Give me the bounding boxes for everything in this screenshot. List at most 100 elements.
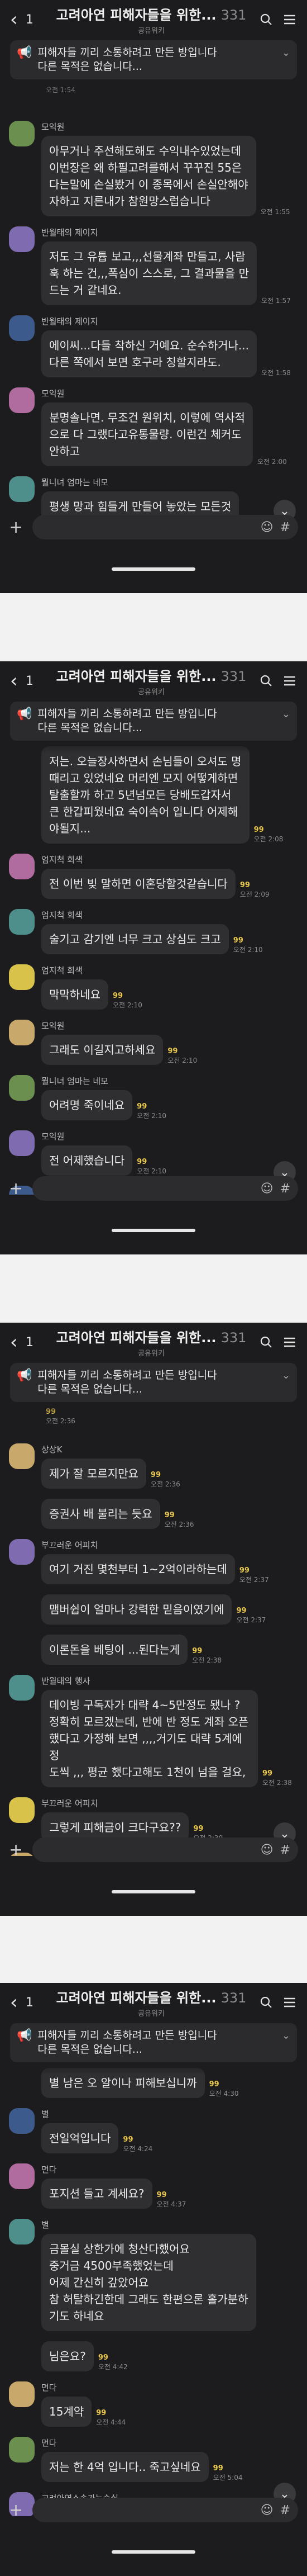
message-list[interactable]: 99오전 2:36상상K제가 잘 모르지만요99오전 2:36증권사 배 불리는… [0, 1402, 307, 1856]
chat-title[interactable]: 고려아연 피해자들을 위한... 331 [56, 1987, 247, 2006]
chevron-down-icon[interactable]: ⌄ [282, 708, 290, 720]
avatar[interactable] [9, 476, 35, 502]
message-bubble[interactable]: 금몰실 상한가에 청산다했어요 중거금 4500부족했었는데 어제 간신히 갚았… [41, 2234, 256, 2331]
message-list[interactable]: 저는. 오늘장사하면서 손님들이 오셔도 명 때리고 있었네요 머리엔 모지 어… [0, 741, 307, 1195]
message-bubble[interactable]: 저는. 오늘장사하면서 손님들이 오셔도 명 때리고 있었네요 머리엔 모지 어… [41, 746, 250, 844]
plus-icon[interactable]: + [9, 518, 26, 537]
message-bubble[interactable]: 술기고 감기엔 너무 크고 상심도 크고 [41, 924, 229, 954]
search-icon[interactable] [259, 674, 274, 688]
chat-message[interactable]: 모익원 분명솔나면. 무조건 원위치, 이렇에 역사적 으로 다 그랬다고유통물량… [9, 387, 298, 466]
plus-icon[interactable]: + [9, 1179, 26, 1199]
menu-icon[interactable] [282, 12, 297, 27]
chat-message[interactable]: 먼다 15계약 99 오전 4:44 [9, 2381, 298, 2427]
avatar[interactable] [9, 854, 35, 879]
message-input[interactable]: ☺ # [32, 2498, 298, 2522]
chat-message[interactable]: 별 금몰실 상한가에 청산다했어요 중거금 4500부족했었는데 어제 간신히 갚… [9, 2219, 298, 2331]
message-bubble[interactable]: 제가 잘 모르지만요 [41, 1459, 146, 1489]
pinned-notice[interactable]: 📢 피해자들 끼리 소통하려고 만든 방입니다 다른 목적은 없습니다... ⌄ [10, 40, 297, 79]
message-bubble[interactable]: 이론돈을 베팅이 ...된다는게 [41, 1635, 188, 1665]
back-chevron-icon[interactable]: ‹ [10, 1991, 26, 2014]
avatar[interactable] [9, 121, 35, 146]
avatar[interactable] [9, 1594, 35, 1620]
chat-message[interactable]: 먼다 저는 한 4억 입니다.. 죽고싶네요 99 오전 5:04 [9, 2437, 298, 2482]
message-input[interactable]: ☺ # [32, 1838, 298, 1862]
chat-message[interactable]: 먼다 포지션 들고 계세요? 99 오전 4:37 [9, 2163, 298, 2209]
chat-message[interactable]: 님은요? 99 오전 4:42 [9, 2341, 298, 2371]
pinned-notice[interactable]: 📢 피해자들 끼리 소통하려고 만든 방입니다 다른 목적은 없습니다... ⌄ [10, 2023, 297, 2062]
plus-icon[interactable]: + [9, 2501, 26, 2520]
message-bubble[interactable]: 저는 한 4억 입니다.. 죽고싶네요 [41, 2452, 209, 2482]
avatar[interactable] [9, 1075, 35, 1101]
chevron-down-icon[interactable]: ⌄ [282, 1370, 290, 1381]
avatar[interactable] [9, 387, 35, 413]
avatar[interactable] [9, 1499, 35, 1524]
chat-message[interactable]: 엄지척 회색 전 이번 빚 말하면 이혼당할것같습니다 99 오전 2:09 [9, 854, 298, 899]
avatar[interactable] [9, 2381, 35, 2407]
message-bubble[interactable]: 막막하네요 [41, 979, 108, 1010]
message-bubble[interactable]: 맴버쉽이 얼마나 강력한 믿음이였기에 [41, 1594, 232, 1625]
avatar[interactable] [9, 1675, 35, 1701]
chat-message[interactable]: 모익원 전 어제했습니다 99 오전 2:10 [9, 1130, 298, 1176]
avatar[interactable] [9, 964, 35, 990]
message-bubble[interactable]: 에이씨...다들 착하신 거예요. 순수하거나... 다른 쪽에서 보면 호구라… [41, 330, 257, 377]
avatar[interactable] [9, 1797, 35, 1823]
chat-message[interactable]: 모익원 그래도 이길지고하세요 99 오전 2:10 [9, 1020, 298, 1065]
message-bubble[interactable]: 데이빙 구독자가 대략 4~5만정도 됐나 ? 정확히 모르겠는데, 반에 반 … [41, 1690, 258, 1787]
message-bubble[interactable]: 전 이번 빚 말하면 이혼당할것같습니다 [41, 869, 236, 899]
message-bubble[interactable]: 포지션 들고 계세요? [41, 2179, 152, 2209]
chat-message[interactable]: 반월태의 행사 데이빙 구독자가 대략 4~5만정도 됐나 ? 정확히 모르겠는데… [9, 1675, 298, 1787]
message-bubble[interactable]: 증권사 배 불리는 듯요 [41, 1499, 160, 1529]
avatar[interactable] [9, 1443, 35, 1469]
avatar[interactable] [9, 1539, 35, 1565]
back-chevron-icon[interactable]: ‹ [10, 8, 26, 31]
chat-message[interactable]: 반월태의 제이지 에이씨...다들 착하신 거예요. 순수하거나... 다른 쪽에… [9, 315, 298, 377]
chat-message[interactable]: 모익원 아무거나 주선해도해도 수익내수있었는데 이번장은 왜 하필고려를해서 꾸… [9, 121, 298, 216]
avatar[interactable] [9, 1020, 35, 1045]
chat-title[interactable]: 고려아연 피해자들을 위한... 331 [56, 665, 247, 685]
chat-message[interactable]: 부끄러운 어피치 여기 거진 몇천부터 1~2억이라하는데 99 오전 2:37 [9, 1539, 298, 1584]
hash-icon[interactable]: # [280, 1843, 290, 1857]
message-bubble[interactable]: 님은요? [41, 2341, 94, 2371]
chat-message[interactable]: 상상K 제가 잘 모르지만요 99 오전 2:36 [9, 1443, 298, 1489]
message-bubble[interactable]: 전 어제했습니다 [41, 1145, 133, 1176]
avatar[interactable] [9, 2163, 35, 2189]
chat-message[interactable]: 맴버쉽이 얼마나 강력한 믿음이였기에 99 오전 2:37 [9, 1594, 298, 1625]
message-input[interactable]: ☺ # [32, 515, 298, 539]
chevron-down-icon[interactable]: ⌄ [282, 47, 290, 59]
message-bubble[interactable]: 그래도 이길지고하세요 [41, 1035, 164, 1065]
back-chevron-icon[interactable]: ‹ [10, 670, 26, 692]
back-chevron-icon[interactable]: ‹ [10, 1331, 26, 1353]
hash-icon[interactable]: # [280, 520, 290, 534]
chat-message[interactable]: 저는. 오늘장사하면서 손님들이 오셔도 명 때리고 있었네요 머리엔 모지 어… [9, 746, 298, 844]
search-icon[interactable] [259, 1335, 274, 1349]
message-bubble[interactable]: 어려명 죽이네요 [41, 1090, 133, 1120]
message-input[interactable]: ☺ # [32, 1176, 298, 1201]
chevron-down-icon[interactable]: ⌄ [282, 2030, 290, 2042]
chat-message[interactable]: 반월태의 제이지 저도 그 유튭 보고,,,선물계좌 만들고, 사람 훅 하는 건… [9, 226, 298, 305]
plus-icon[interactable]: + [9, 1840, 26, 1860]
hash-icon[interactable]: # [280, 2503, 290, 2517]
message-bubble[interactable]: 여기 거진 몇천부터 1~2억이라하는데 [41, 1554, 235, 1584]
avatar[interactable] [9, 226, 35, 252]
avatar[interactable] [9, 315, 35, 341]
emoji-icon[interactable]: ☺ [261, 1182, 274, 1196]
chat-message[interactable]: 엄지척 회색 막막하네요 99 오전 2:10 [9, 964, 298, 1010]
emoji-icon[interactable]: ☺ [261, 1843, 274, 1857]
menu-icon[interactable] [282, 1995, 297, 2010]
message-list[interactable]: 별 남은 오 알이나 피해보십니까 99 오전 4:30 별 전일억입니다 99 오전 4:… [0, 2062, 307, 2516]
hash-icon[interactable]: # [280, 1182, 290, 1196]
chat-message[interactable]: 이론돈을 베팅이 ...된다는게 99 오전 2:38 [9, 1635, 298, 1665]
avatar[interactable] [9, 2341, 35, 2367]
chat-title[interactable]: 고려아연 피해자들을 위한... 331 [56, 4, 247, 23]
avatar[interactable] [9, 2437, 35, 2463]
message-bubble[interactable]: 아무거나 주선해도해도 수익내수있었는데 이번장은 왜 하필고려를해서 꾸꾸진 … [41, 136, 256, 216]
chat-message[interactable]: 별 전일억입니다 99 오전 4:24 [9, 2108, 298, 2153]
chat-message[interactable]: 뭘니녀 엄마는 네모 어려명 죽이네요 99 오전 2:10 [9, 1075, 298, 1120]
message-bubble[interactable]: 전일억입니다 [41, 2123, 119, 2153]
pinned-notice[interactable]: 📢 피해자들 끼리 소통하려고 만든 방입니다 다른 목적은 없습니다... ⌄ [10, 1363, 297, 1402]
avatar[interactable] [9, 2219, 35, 2244]
avatar[interactable] [9, 2108, 35, 2134]
message-list[interactable]: 오전 1:54모익원아무거나 주선해도해도 수익내수있었는데 이번장은 왜 하필… [0, 79, 307, 533]
menu-icon[interactable] [282, 674, 297, 688]
pinned-notice[interactable]: 📢 피해자들 끼리 소통하려고 만든 방입니다 다른 목적은 없습니다... ⌄ [10, 702, 297, 741]
